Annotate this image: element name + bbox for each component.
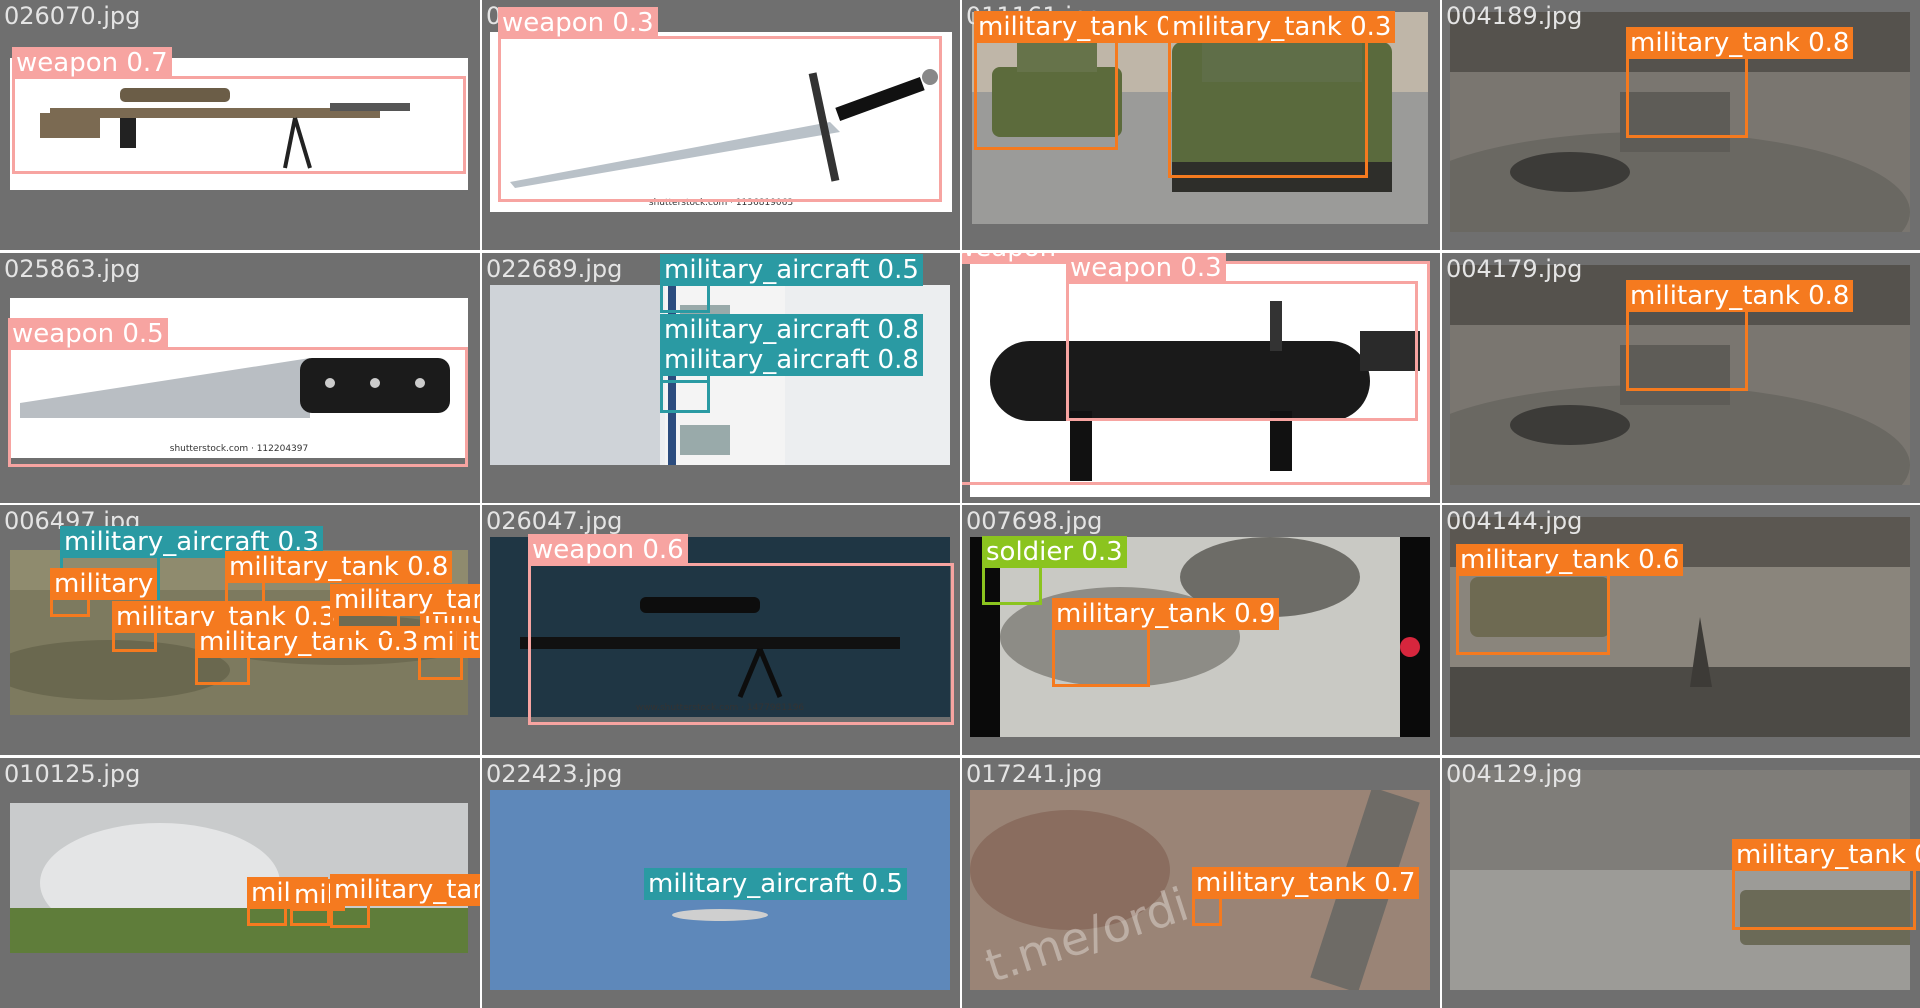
detection-box: military_aircraft 0.8 xyxy=(660,344,923,413)
detection-box: milita xyxy=(247,877,329,926)
detection-label: military_tank 0.9 xyxy=(1732,839,1920,871)
detection-label: military_aircraft 0.8 xyxy=(660,314,923,346)
detection-box: military_tank 0.3 xyxy=(112,601,340,652)
detection-box: military_tank 0.9 xyxy=(1732,839,1920,930)
prediction-tile: 026070.jpg weapon 0.7 xyxy=(0,0,480,250)
detection-box: military_aircraft 0.5 xyxy=(660,254,923,313)
detection-box: military_tank 0.8 xyxy=(1626,27,1854,138)
detection-label: military_tank 0.3 xyxy=(1168,11,1396,43)
tile-filename: 022689.jpg xyxy=(486,255,623,283)
tile-filename: 004144.jpg xyxy=(1446,507,1583,535)
tile-filename: 022423.jpg xyxy=(486,760,623,788)
detection-label: weapon 0.7 xyxy=(12,47,172,79)
detection-box: military_tank 0.9 xyxy=(1052,598,1280,687)
detection-label: military_tank 0.7 xyxy=(1192,867,1420,899)
prediction-tile: 022689.jpg military_aircraft 0.5 military_… xyxy=(482,253,960,503)
detection-label: military_aircraft 0.8 xyxy=(660,344,923,376)
detection-box: military_tank 0.7 xyxy=(418,626,480,680)
tile-filename: 025863.jpg xyxy=(4,255,141,283)
prediction-tile: 004179.jpg military_tank 0.8 xyxy=(1442,253,1920,503)
detection-label: military_tank 0.8 xyxy=(1626,280,1854,312)
prediction-tile: t.me/ordi 017241.jpg military_tank 0.7 xyxy=(962,758,1440,1008)
tile-filename: 004179.jpg xyxy=(1446,255,1583,283)
detection-box: military_tank 0.8 xyxy=(1626,280,1854,391)
detection-box: military_tank 0.4 xyxy=(420,599,480,653)
prediction-tile: shutterstock.com · 112204397 025863.jpg we… xyxy=(0,253,480,503)
detection-label: military_aircraft 0.5 xyxy=(660,254,923,286)
detection-box: weapon 0.3 xyxy=(498,7,942,202)
detection-label: military_aircraft 0.5 xyxy=(644,868,907,900)
detection-box: military_tank 0.4 xyxy=(974,11,1202,150)
tile-filename: 007698.jpg xyxy=(966,507,1103,535)
detection-box: military_tank 0.8 xyxy=(330,584,480,638)
prediction-tile: shutterstock.com · 1136819063 0 weapon 0.3 xyxy=(482,0,960,250)
tile-filename: 004129.jpg xyxy=(1446,760,1583,788)
tile-filename: 010125.jpg xyxy=(4,760,141,788)
detection-box: military_tank 0.3 xyxy=(195,626,423,685)
tile-filename: 026070.jpg xyxy=(4,2,141,30)
prediction-tile: weapon 0.weapon 0.3 xyxy=(962,253,1440,503)
prediction-tile: 022423.jpg military_aircraft 0.5 xyxy=(482,758,960,1008)
prediction-tile: 011161.jpgmilitary_tank 0.4military_tank… xyxy=(962,0,1440,250)
detection-label: weapon 0.3 xyxy=(498,7,658,39)
detection-box: weapon 0.6 xyxy=(528,534,954,725)
detection-box: military xyxy=(50,568,158,617)
detection-label: military_tank 0.8 xyxy=(330,584,480,616)
detection-label: military_tank 0.8 xyxy=(225,551,453,583)
prediction-tile: 006497.jpg military_aircraft 0.3 military_… xyxy=(0,505,480,755)
detection-label: military_tank 0.8 xyxy=(1626,27,1854,59)
detection-box: weapon 0.3 xyxy=(1066,253,1418,421)
prediction-tile: 007698.jpg military_tank 0.9 soldier 0.3 xyxy=(962,505,1440,755)
detection-box: military_tank 0.3 xyxy=(1168,11,1396,178)
prediction-tile: 004144.jpg military_tank 0.6 xyxy=(1442,505,1920,755)
detection-box: soldier 0.3 xyxy=(982,536,1127,605)
detection-label: weapon 0.5 xyxy=(8,318,168,350)
detection-box: military_tank 0.6 xyxy=(1456,544,1684,655)
tile-filename: 004189.jpg xyxy=(1446,2,1583,30)
prediction-grid: 026070.jpg weapon 0.7 shutterstock.com · … xyxy=(0,0,1920,1008)
detection-label: military_tank 0.9 xyxy=(1052,598,1280,630)
detection-label: military_tank 0.3 xyxy=(330,874,480,906)
tile-filename: 026047.jpg xyxy=(486,507,623,535)
prediction-tile: 010125.jpg militamilimilitary_tank 0.3 xyxy=(0,758,480,1008)
detection-label: weapon 0.6 xyxy=(528,534,688,566)
prediction-tile: 004129.jpg military_tank 0.9 xyxy=(1442,758,1920,1008)
prediction-tile: www.shutterstock.com · 1477981196 026047.… xyxy=(482,505,960,755)
detection-label: weapon 0.3 xyxy=(1066,253,1226,284)
detection-box: weapon 0.7 xyxy=(12,47,466,174)
tile-filename: 017241.jpg xyxy=(966,760,1103,788)
detection-box: weapon 0.5 xyxy=(8,318,468,467)
detection-label: soldier 0.3 xyxy=(982,536,1127,568)
prediction-tile: 004189.jpg military_tank 0.8 xyxy=(1442,0,1920,250)
detection-box: military_tank 0.7 xyxy=(1192,867,1420,926)
detection-box: military_tank 0.3 xyxy=(330,874,480,928)
detection-label: military_tank 0.6 xyxy=(1456,544,1684,576)
detection-box: mili xyxy=(290,879,345,926)
detection-label: military xyxy=(50,568,158,600)
